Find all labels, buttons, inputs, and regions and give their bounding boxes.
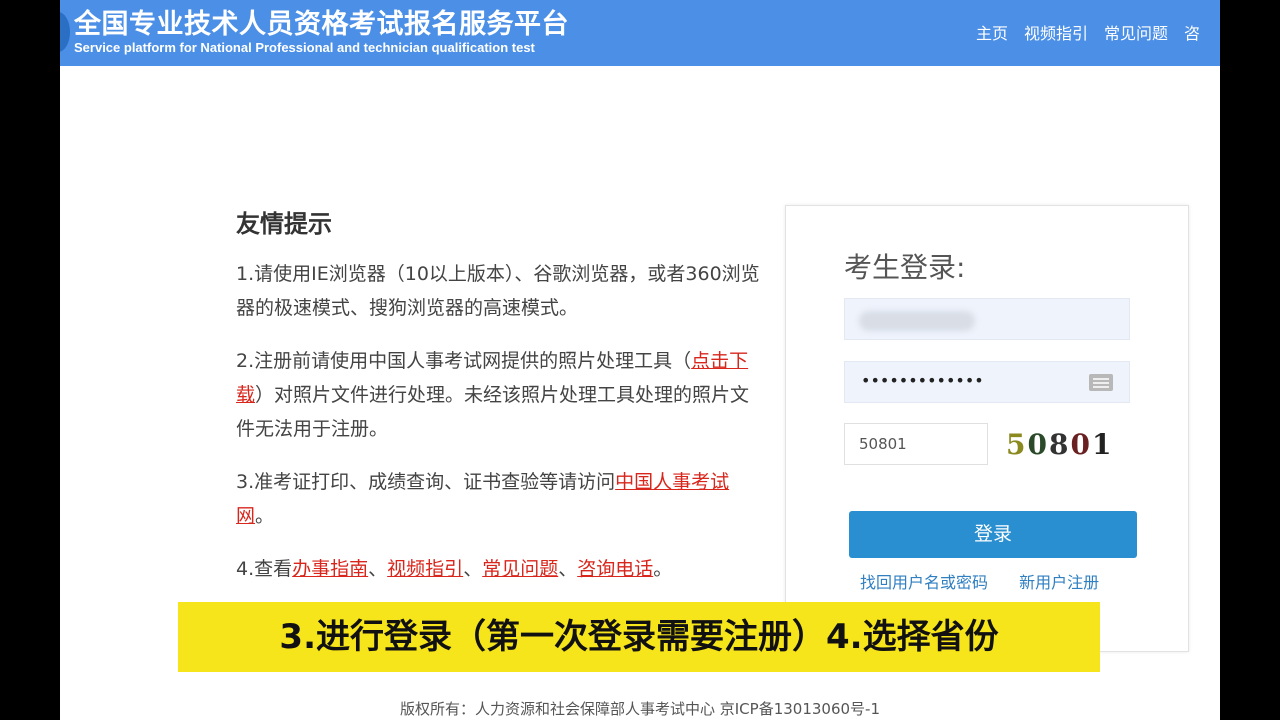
nav-faq[interactable]: 常见问题 [1104,20,1168,44]
nav-consult[interactable]: 咨 [1184,20,1200,44]
captcha-char: 0 [1027,428,1049,461]
separator: 、 [463,558,483,580]
header: 全国专业技术人员资格考试报名服务平台 Service platform for … [60,0,1220,66]
captcha-char: 1 [1091,428,1114,461]
separator: 、 [368,558,388,580]
separator: 、 [558,558,578,580]
captcha-char: 8 [1048,428,1071,461]
video-caption: 3.进行登录（第一次登录需要注册）4.选择省份 [178,602,1100,672]
tips-section: 友情提示 1.请使用IE浏览器（10以上版本）、谷歌浏览器，或者360浏览器的极… [236,204,766,605]
tip-text: 。 [653,558,673,580]
page: 全国专业技术人员资格考试报名服务平台 Service platform for … [60,0,1220,720]
login-title: 考生登录: [844,251,966,284]
tip-4: 4.查看办事指南、视频指引、常见问题、咨询电话。 [236,552,766,586]
tip-text: ）对照片文件进行处理。未经该照片处理工具处理的照片文件无法用于注册。 [236,384,750,440]
site-title: 全国专业技术人员资格考试报名服务平台 [74,9,569,40]
captcha-input[interactable]: 50801 [844,423,988,465]
keyboard-icon[interactable] [1089,374,1113,391]
site-subtitle: Service platform for National Profession… [74,40,535,55]
tip-2: 2.注册前请使用中国人事考试网提供的照片处理工具（点击下载）对照片文件进行处理。… [236,344,766,446]
top-nav: 主页 视频指引 常见问题 咨 [976,20,1200,44]
footer: 版权所有：人力资源和社会保障部人事考试中心 京ICP备13013060号-1 [399,700,881,718]
username-input[interactable] [844,298,1130,340]
forgot-link[interactable]: 找回用户名或密码 [860,573,988,592]
tip-3: 3.准考证打印、成绩查询、证书查验等请访问中国人事考试网。 [236,465,766,533]
phone-link[interactable]: 咨询电话 [577,558,653,580]
faq-link[interactable]: 常见问题 [482,558,558,580]
nav-video-guide[interactable]: 视频指引 [1024,20,1088,44]
tip-text: 2.注册前请使用中国人事考试网提供的照片处理工具（ [236,350,692,372]
password-mask: ••••••••••••• [861,371,984,390]
tip-text: 。 [255,505,275,527]
nav-home[interactable]: 主页 [976,20,1008,44]
captcha-char: 0 [1070,428,1092,461]
logo-icon [60,12,70,52]
captcha-image[interactable]: 50801 [1006,428,1113,461]
guide-link[interactable]: 办事指南 [292,558,368,580]
login-button[interactable]: 登录 [849,511,1137,558]
login-panel: 考生登录: ••••••••••••• 50801 50801 登录 找回用户名… [785,205,1189,652]
register-link[interactable]: 新用户注册 [1019,573,1099,592]
tip-text: 3.准考证打印、成绩查询、证书查验等请访问 [236,471,616,493]
tip-1: 1.请使用IE浏览器（10以上版本）、谷歌浏览器，或者360浏览器的极速模式、搜… [236,263,760,319]
captcha-char: 5 [1006,428,1028,461]
tips-heading: 友情提示 [236,210,332,238]
password-input[interactable]: ••••••••••••• [844,361,1130,403]
blurred-username [859,311,975,331]
tip-text: 4.查看 [236,558,293,580]
video-guide-link[interactable]: 视频指引 [387,558,463,580]
login-links: 找回用户名或密码 新用户注册 [860,569,1125,593]
